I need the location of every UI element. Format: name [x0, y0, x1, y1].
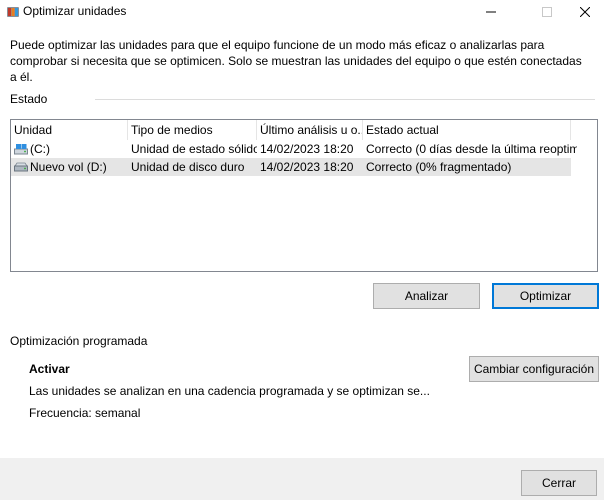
drive-row-d[interactable]: Nuevo vol (D:) Unidad de disco duro 14/0…: [11, 158, 571, 176]
optimize-button[interactable]: Optimizar: [492, 283, 599, 309]
hard-drive-icon: [14, 162, 28, 172]
drive-media-type: Unidad de disco duro: [131, 160, 245, 174]
minimize-icon: [486, 11, 496, 13]
schedule-section-label: Optimización programada: [10, 334, 148, 348]
drives-list-header: Unidad Tipo de medios Último análisis u …: [11, 120, 597, 140]
column-header-current-status[interactable]: Estado actual: [363, 120, 571, 140]
schedule-status: Activar: [29, 362, 70, 376]
ssd-drive-icon: [14, 144, 28, 155]
close-window-button[interactable]: [566, 0, 604, 24]
schedule-frequency: Frecuencia: semanal: [29, 406, 141, 420]
drive-media-type: Unidad de estado sólido: [131, 142, 257, 156]
maximize-button: [524, 0, 570, 24]
close-button[interactable]: Cerrar: [521, 470, 597, 496]
column-header-drive[interactable]: Unidad: [11, 120, 128, 140]
maximize-icon: [542, 7, 552, 17]
drive-current-status: Correcto (0 días desde la última reoptim…: [366, 142, 577, 156]
intro-text: Puede optimizar las unidades para que el…: [10, 38, 582, 84]
drive-last-analysis: 14/02/2023 18:20: [260, 160, 354, 174]
defrag-app-icon: [7, 7, 19, 17]
change-settings-button[interactable]: Cambiar configuración: [469, 356, 599, 382]
drive-current-status: Correcto (0% fragmentado): [366, 160, 512, 174]
schedule-description: Las unidades se analizan en una cadencia…: [29, 384, 430, 398]
status-section-divider: [95, 99, 595, 100]
drive-row-c[interactable]: (C:) Unidad de estado sólido 14/02/2023 …: [11, 140, 577, 158]
drive-name: Nuevo vol (D:): [30, 160, 107, 174]
dialog-footer: Cerrar: [0, 458, 604, 500]
analyze-button[interactable]: Analizar: [373, 283, 480, 309]
drives-list[interactable]: Unidad Tipo de medios Último análisis u …: [10, 119, 598, 272]
close-icon: [580, 7, 590, 17]
column-header-last-analysis[interactable]: Último análisis u o...: [257, 120, 363, 140]
status-section-label: Estado: [10, 92, 48, 106]
minimize-button[interactable]: [468, 0, 514, 24]
drive-last-analysis: 14/02/2023 18:20: [260, 142, 354, 156]
column-header-media-type[interactable]: Tipo de medios: [128, 120, 257, 140]
drive-name: (C:): [30, 142, 50, 156]
window-title: Optimizar unidades: [23, 4, 127, 18]
title-bar: Optimizar unidades: [0, 0, 604, 24]
